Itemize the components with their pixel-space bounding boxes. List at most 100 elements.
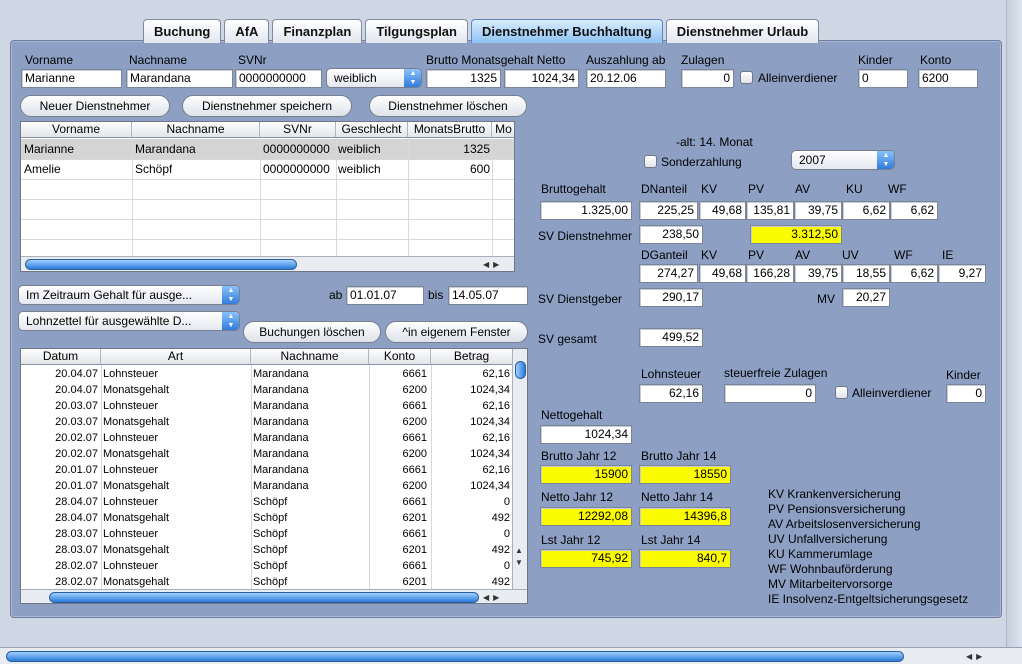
dn-wf-field[interactable]: 6,62 [890, 201, 938, 220]
table-row[interactable]: 28.03.07 Lohnsteuer Schöpf 6661 0 [21, 527, 512, 543]
netto-field[interactable]: 1024,34 [504, 69, 579, 88]
kinder-field[interactable]: 0 [858, 69, 908, 88]
bookings-vscrollbar[interactable]: ▲ ▼ [512, 349, 527, 589]
table-row[interactable]: 28.04.07 Lohnsteuer Schöpf 6661 0 [21, 495, 512, 511]
table-row[interactable]: 20.02.07 Lohnsteuer Marandana 6661 62,16 [21, 431, 512, 447]
sv-dienstgeber-field[interactable]: 290,17 [639, 288, 703, 307]
tab-buchung[interactable]: Buchung [143, 19, 222, 43]
dg-av-field[interactable]: 39,75 [794, 264, 842, 283]
col-header-art[interactable]: Art [101, 349, 251, 365]
sv-gesamt-field[interactable]: 499,52 [639, 328, 703, 347]
lst-jahr-12-field[interactable]: 745,92 [540, 549, 632, 568]
zeitraum-select[interactable]: Im Zeitraum Gehalt für ausge... ▲ ▼ [18, 285, 240, 305]
open-in-window-button[interactable]: ^in eigenem Fenster [385, 321, 528, 343]
tab-finanzplan[interactable]: Finanzplan [272, 19, 363, 43]
year-select[interactable]: 2007 ▲ ▼ [791, 150, 895, 170]
dg-pv-field[interactable]: 166,28 [746, 264, 794, 283]
table-row[interactable]: 20.02.07 Monatsgehalt Marandana 6200 1024,34 [21, 447, 512, 463]
col-header-geschlecht[interactable]: Geschlecht [336, 122, 408, 138]
brutto-jahr-14-field[interactable]: 18550 [639, 465, 731, 484]
lst-jahr-14-field[interactable]: 840,7 [639, 549, 731, 568]
employee-cell: Marianne [24, 142, 75, 156]
scroll-arrows-icon[interactable]: ▲ ▼ [515, 545, 523, 569]
dg-uv-field[interactable]: 18,55 [842, 264, 890, 283]
sv-dienstnehmer-field[interactable]: 238,50 [639, 225, 703, 244]
svnr-field[interactable]: 0000000000 [235, 69, 322, 88]
lohnsteuer-field[interactable]: 62,16 [639, 384, 703, 403]
table-row[interactable]: 20.04.07 Lohnsteuer Marandana 6661 62,16 [21, 367, 512, 383]
col-header-betrag[interactable]: Betrag [431, 349, 513, 365]
nettogehalt-field[interactable]: 1024,34 [540, 425, 632, 444]
dg-anteil-field[interactable]: 274,27 [639, 264, 698, 283]
table-row[interactable]: 20.01.07 Lohnsteuer Marandana 6661 62,16 [21, 463, 512, 479]
alleinverdiener-calc-checkbox[interactable] [835, 386, 848, 399]
tab-tilgungsplan[interactable]: Tilgungsplan [365, 19, 468, 43]
table-cell: 20.03.07 [55, 416, 98, 428]
brutto-field[interactable]: 1325 [426, 69, 501, 88]
col-header-svnr[interactable]: SVNr [260, 122, 336, 138]
scroll-thumb[interactable] [49, 592, 479, 603]
new-employee-button[interactable]: Neuer Dienstnehmer [20, 95, 170, 117]
col-header-nachname[interactable]: Nachname [132, 122, 260, 138]
col-header-konto[interactable]: Konto [369, 349, 431, 365]
window-hscrollbar[interactable]: ◀▶ [0, 647, 1022, 664]
lst-jahr-12-label: Lst Jahr 12 [541, 533, 601, 547]
brutto-jahr-12-field[interactable]: 15900 [540, 465, 632, 484]
bookings-hscrollbar[interactable]: ◀▶ [21, 589, 527, 603]
netto-jahr-12-field[interactable]: 12292,08 [540, 507, 632, 526]
vorname-field[interactable]: Marianne [21, 69, 122, 88]
geschlecht-select[interactable]: weiblich ▲ ▼ [326, 68, 422, 88]
auszahlung-field[interactable]: 20.12.06 [586, 69, 666, 88]
scroll-thumb[interactable] [25, 259, 297, 270]
table-row[interactable]: 20.04.07 Monatsgehalt Marandana 6200 1024,34 [21, 383, 512, 399]
dn-av-field[interactable]: 39,75 [794, 201, 842, 220]
col-header-nachname[interactable]: Nachname [251, 349, 369, 365]
table-cell: Marandana [253, 480, 309, 492]
netto-jahr-14-field[interactable]: 14396,8 [639, 507, 731, 526]
table-row[interactable]: 28.03.07 Monatsgehalt Schöpf 6201 492 [21, 543, 512, 559]
table-cell: 6661 [402, 432, 427, 444]
delete-bookings-button[interactable]: Buchungen löschen [243, 321, 381, 343]
lohnzettel-select[interactable]: Lohnzettel für ausgewählte D... ▲ ▼ [18, 311, 240, 331]
kinder-calc-field[interactable]: 0 [946, 384, 986, 403]
tab-dienstnehmer-buchhaltung[interactable]: Dienstnehmer Buchhaltung [470, 19, 663, 43]
col-header-vorname[interactable]: Vorname [21, 122, 132, 138]
dg-wf-field[interactable]: 6,62 [890, 264, 938, 283]
konto-field[interactable]: 6200 [918, 69, 978, 88]
dn-kv-field[interactable]: 49,68 [699, 201, 746, 220]
nachname-field[interactable]: Marandana [126, 69, 233, 88]
dn-anteil-field[interactable]: 225,25 [639, 201, 698, 220]
scroll-arrows-icon[interactable]: ◀▶ [483, 590, 503, 603]
table-row[interactable]: 20.03.07 Lohnsteuer Marandana 6661 62,16 [21, 399, 512, 415]
mv-field[interactable]: 20,27 [842, 288, 890, 307]
alleinverdiener-checkbox[interactable] [740, 71, 753, 84]
dg-ie-field[interactable]: 9,27 [938, 264, 986, 283]
employee-table-scrollbar[interactable]: ◀▶ [21, 256, 514, 271]
delete-employee-button[interactable]: Dienstnehmer löschen [369, 95, 527, 117]
save-employee-button[interactable]: Dienstnehmer speichern [182, 95, 352, 117]
scroll-thumb[interactable] [6, 651, 904, 662]
table-row[interactable]: 20.01.07 Monatsgehalt Marandana 6200 1024,34 [21, 479, 512, 495]
bookings-table: Datum Art Nachname Konto Betrag 20.04.07… [20, 348, 528, 604]
dn-pv-field[interactable]: 135,81 [746, 201, 794, 220]
col-header-monatsbrutto[interactable]: MonatsBrutto [408, 122, 492, 138]
table-row[interactable]: 20.03.07 Monatsgehalt Marandana 6200 1024,34 [21, 415, 512, 431]
steuerfreie-zulagen-field[interactable]: 0 [724, 384, 816, 403]
col-header-mo[interactable]: Mo [492, 122, 514, 138]
ab-date-field[interactable]: 01.01.07 [346, 286, 424, 305]
zulagen-field[interactable]: 0 [681, 69, 734, 88]
table-row[interactable]: 28.04.07 Monatsgehalt Schöpf 6201 492 [21, 511, 512, 527]
tab-afa[interactable]: AfA [224, 19, 270, 43]
col-header-datum[interactable]: Datum [21, 349, 101, 365]
sonderzahlung-checkbox[interactable] [644, 155, 657, 168]
bruttogehalt-field[interactable]: 1.325,00 [540, 201, 632, 220]
scroll-arrows-icon[interactable]: ◀▶ [483, 257, 503, 271]
tab-dienstnehmer-urlaub[interactable]: Dienstnehmer Urlaub [665, 19, 820, 43]
sv-dienstnehmer-highlight-field[interactable]: 3.312,50 [750, 225, 842, 244]
bis-date-field[interactable]: 14.05.07 [448, 286, 528, 305]
table-row[interactable]: 28.02.07 Lohnsteuer Schöpf 6661 0 [21, 559, 512, 575]
dg-kv-field[interactable]: 49,68 [699, 264, 746, 283]
scroll-arrows-icon[interactable]: ◀▶ [966, 649, 986, 664]
scroll-thumb[interactable] [515, 361, 526, 379]
dn-ku-field[interactable]: 6,62 [842, 201, 890, 220]
